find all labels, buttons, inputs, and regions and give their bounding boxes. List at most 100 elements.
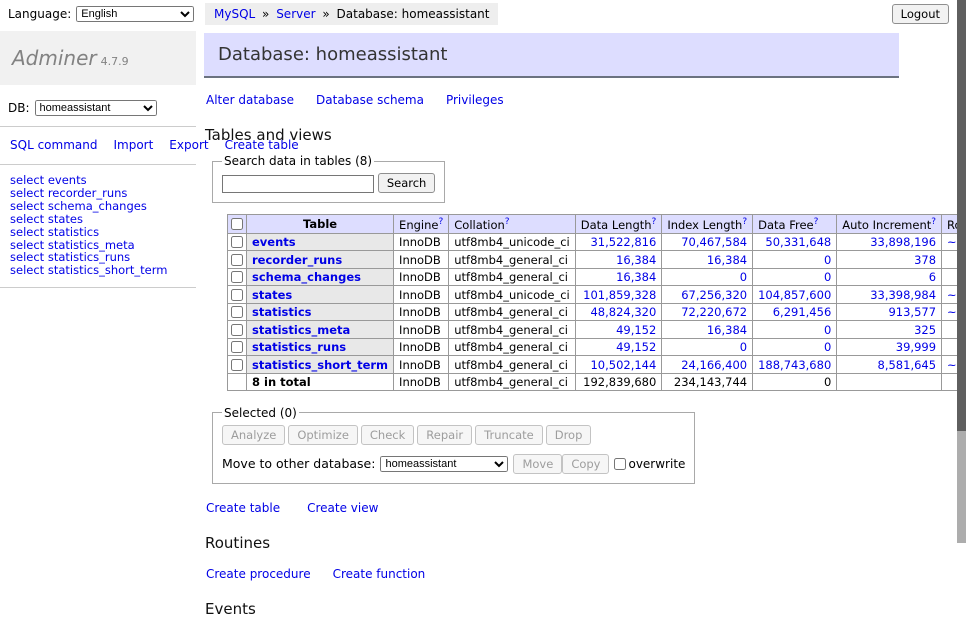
auto-increment-cell-link[interactable]: 33,398,984 xyxy=(870,288,936,302)
row-checkbox-schema-changes[interactable] xyxy=(231,271,243,283)
sidebar-item-select-statistics-short-term[interactable]: select statistics_short_term xyxy=(10,264,186,277)
data-length-cell-link[interactable]: 101,859,328 xyxy=(583,288,656,302)
repair-button[interactable]: Repair xyxy=(417,425,472,445)
check-button[interactable]: Check xyxy=(361,425,414,445)
collation-cell: utf8mb4_general_ci xyxy=(449,268,576,286)
index-length-cell-link[interactable]: 16,384 xyxy=(707,323,747,337)
data-length-cell-link[interactable]: 49,152 xyxy=(616,340,656,354)
create-create-table[interactable]: Create table xyxy=(206,501,280,515)
auto-increment-cell-link[interactable]: 325 xyxy=(914,323,936,337)
data-free-cell-link[interactable]: 0 xyxy=(824,323,831,337)
copy-button[interactable]: Copy xyxy=(562,454,609,474)
routine-create-function[interactable]: Create function xyxy=(333,567,426,581)
row-checkbox-statistics-short-term[interactable] xyxy=(231,359,243,371)
table-link-statistics-meta[interactable]: statistics_meta xyxy=(252,323,350,337)
row-checkbox-statistics-runs[interactable] xyxy=(231,341,243,353)
auto-increment-cell-link[interactable]: 6 xyxy=(929,270,936,284)
data-length-cell-link[interactable]: 49,152 xyxy=(616,323,656,337)
auto-increment-cell-link[interactable]: 913,577 xyxy=(888,305,936,319)
data-length-cell-link[interactable]: 48,824,320 xyxy=(590,305,656,319)
auto-increment-cell-link[interactable]: 39,999 xyxy=(896,340,936,354)
overwrite-checkbox[interactable] xyxy=(614,458,626,470)
data-free-cell-link[interactable]: 50,331,648 xyxy=(765,235,831,249)
data-free-cell-link[interactable]: 0 xyxy=(824,340,831,354)
selected-fieldset: Selected (0) AnalyzeOptimizeCheckRepairT… xyxy=(212,406,695,484)
breadcrumb-mysql[interactable]: MySQL xyxy=(214,7,255,21)
row-checkbox-statistics-meta[interactable] xyxy=(231,324,243,336)
db-action-database-schema[interactable]: Database schema xyxy=(316,93,424,107)
select-all-checkbox[interactable] xyxy=(231,218,243,230)
collation-cell: utf8mb4_unicode_ci xyxy=(449,233,576,251)
scrollbar-thumb[interactable] xyxy=(957,0,966,431)
data-length-cell-link[interactable]: 16,384 xyxy=(616,270,656,284)
sidebar-action-sql-command[interactable]: SQL command xyxy=(10,138,97,152)
index-length-cell-link[interactable]: 72,220,672 xyxy=(681,305,747,319)
table-link-statistics[interactable]: statistics xyxy=(252,305,312,319)
index-length-cell-link[interactable]: 0 xyxy=(740,270,747,284)
data-length-cell-link[interactable]: 16,384 xyxy=(616,253,656,267)
table-link-states[interactable]: states xyxy=(252,288,292,302)
routine-create-procedure[interactable]: Create procedure xyxy=(206,567,311,581)
index-length-cell-link[interactable]: 70,467,584 xyxy=(681,235,747,249)
optimize-button[interactable]: Optimize xyxy=(288,425,358,445)
table-link-events[interactable]: events xyxy=(252,235,296,249)
row-checkbox-cell xyxy=(228,338,247,356)
auto-increment-cell-link[interactable]: 378 xyxy=(914,253,936,267)
row-checkbox-events[interactable] xyxy=(231,236,243,248)
help-icon[interactable]: ? xyxy=(652,217,657,227)
search-fieldset: Search data in tables (8) Search xyxy=(212,154,445,203)
analyze-button[interactable]: Analyze xyxy=(222,425,285,445)
index-length-cell-link[interactable]: 16,384 xyxy=(707,253,747,267)
logout-button[interactable]: Logout xyxy=(892,4,949,24)
db-action-alter-database[interactable]: Alter database xyxy=(206,93,294,107)
help-icon[interactable]: ? xyxy=(814,217,819,227)
auto-increment-cell: 33,398,984 xyxy=(837,286,942,304)
data-free-cell-link[interactable]: 6,291,456 xyxy=(773,305,832,319)
auto-increment-cell-link[interactable]: 33,898,196 xyxy=(870,235,936,249)
db-select[interactable]: homeassistant xyxy=(35,100,157,116)
table-link-statistics-short-term[interactable]: statistics_short_term xyxy=(252,358,388,372)
search-button[interactable]: Search xyxy=(378,173,436,193)
index-length-cell-link[interactable]: 0 xyxy=(740,340,747,354)
index-length-cell-link[interactable]: 67,256,320 xyxy=(681,288,747,302)
row-checkbox-states[interactable] xyxy=(231,289,243,301)
move-button[interactable]: Move xyxy=(513,454,562,474)
data-free-cell-link[interactable]: 0 xyxy=(824,253,831,267)
sidebar-item-select-statistics[interactable]: select statistics xyxy=(10,226,186,239)
row-checkbox-recorder-runs[interactable] xyxy=(231,254,243,266)
create-create-view[interactable]: Create view xyxy=(307,501,378,515)
language-select[interactable]: English xyxy=(76,6,194,22)
truncate-button[interactable]: Truncate xyxy=(475,425,543,445)
breadcrumb: MySQL » Server » Database: homeassistant xyxy=(205,3,498,25)
drop-button[interactable]: Drop xyxy=(546,425,592,445)
sidebar-item-select-schema-changes[interactable]: select schema_changes xyxy=(10,200,186,213)
help-icon[interactable]: ? xyxy=(931,217,936,227)
auto-increment-cell-link[interactable]: 8,581,645 xyxy=(878,358,937,372)
sidebar-item-select-recorder-runs[interactable]: select recorder_runs xyxy=(10,187,186,200)
table-link-recorder-runs[interactable]: recorder_runs xyxy=(252,253,342,267)
db-action-privileges[interactable]: Privileges xyxy=(446,93,504,107)
data-free-cell: 0 xyxy=(753,321,837,339)
help-icon[interactable]: ? xyxy=(505,217,510,227)
sidebar-action-import[interactable]: Import xyxy=(113,138,153,152)
index-length-cell-link[interactable]: 24,166,400 xyxy=(681,358,747,372)
data-free-cell-link[interactable]: 188,743,680 xyxy=(758,358,831,372)
sidebar-item-select-states[interactable]: select states xyxy=(10,213,186,226)
data-free-cell-link[interactable]: 0 xyxy=(824,270,831,284)
table-link-schema-changes[interactable]: schema_changes xyxy=(252,270,361,284)
sidebar-item-select-events[interactable]: select events xyxy=(10,174,186,187)
table-link-statistics-runs[interactable]: statistics_runs xyxy=(252,340,346,354)
data-length-cell-link[interactable]: 31,522,816 xyxy=(590,235,656,249)
move-database-select[interactable]: homeassistant xyxy=(380,456,508,472)
auto-increment-cell: 325 xyxy=(837,321,942,339)
row-checkbox-statistics[interactable] xyxy=(231,306,243,318)
breadcrumb-server[interactable]: Server xyxy=(276,7,315,21)
vertical-scrollbar[interactable] xyxy=(957,0,966,543)
table-row: statistics_metaInnoDButf8mb4_general_ci4… xyxy=(228,321,966,339)
data-free-cell-link[interactable]: 104,857,600 xyxy=(758,288,831,302)
search-input[interactable] xyxy=(222,175,374,193)
data-length-cell-link[interactable]: 10,502,144 xyxy=(590,358,656,372)
help-icon[interactable]: ? xyxy=(438,217,443,227)
auto-increment-cell: 378 xyxy=(837,251,942,269)
help-icon[interactable]: ? xyxy=(742,217,747,227)
